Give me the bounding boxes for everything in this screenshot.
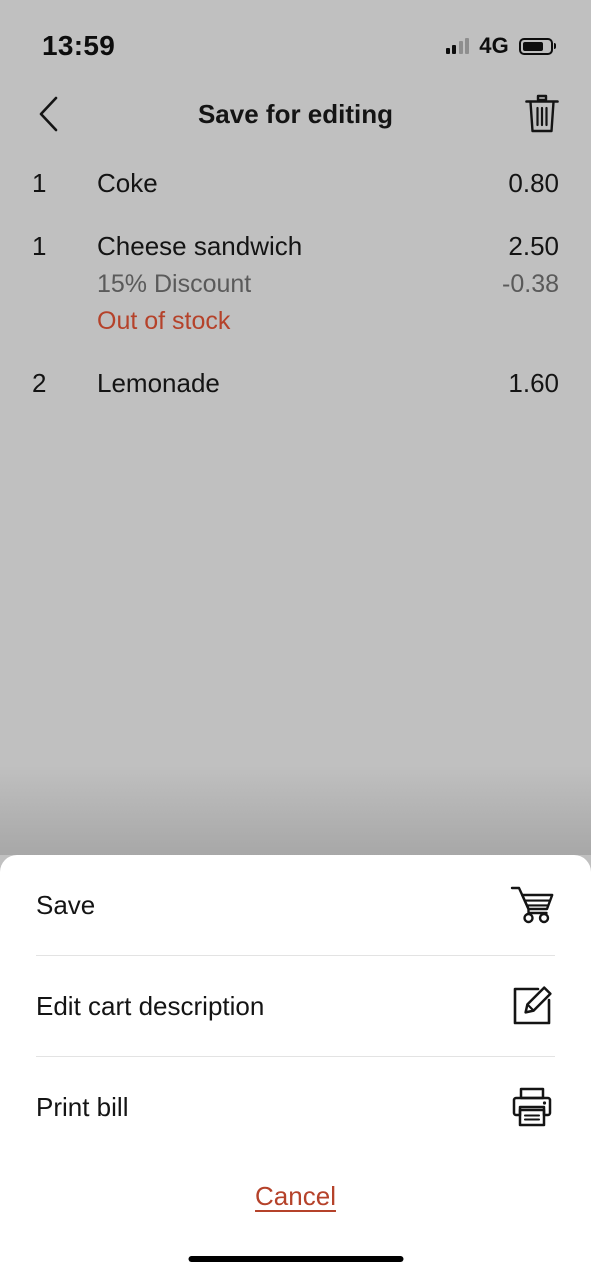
sheet-item-label: Save [36, 889, 96, 920]
cart-item-discount-amount: -0.38 [502, 270, 559, 298]
trash-icon [525, 94, 559, 133]
home-indicator [188, 1256, 403, 1262]
sheet-item-label: Print bill [36, 1091, 129, 1122]
cart-item[interactable]: 1 Coke 0.80 [0, 168, 591, 199]
sheet-item-label: Edit cart description [36, 990, 265, 1021]
sheet-item-print-bill[interactable]: Print bill [0, 1057, 591, 1157]
cart-item-stock-status: Out of stock [97, 307, 231, 335]
back-button[interactable] [26, 92, 70, 136]
action-sheet: Save Edit cart description Print bill Ca… [0, 855, 591, 1280]
shopping-cart-icon [509, 882, 555, 928]
navigation-bar: Save for editing [0, 78, 591, 150]
edit-pencil-icon [509, 983, 555, 1029]
cancel-button[interactable]: Cancel [255, 1181, 336, 1212]
cart-item-list: 1 Coke 0.80 1 Cheese sandwich 2.50 15% D… [0, 150, 591, 399]
cart-item-main-row: 1 Cheese sandwich 2.50 [32, 231, 559, 262]
cart-item-name: Lemonade [97, 368, 220, 398]
sheet-item-save[interactable]: Save [0, 855, 591, 955]
sheet-item-edit-cart-description[interactable]: Edit cart description [0, 956, 591, 1056]
battery-icon [519, 37, 553, 55]
cancel-row: Cancel [0, 1157, 591, 1235]
delete-cart-button[interactable] [519, 91, 565, 137]
cart-item-name: Cheese sandwich [97, 231, 303, 261]
cart-item-quantity: 1 [32, 231, 47, 261]
cart-item-quantity: 1 [32, 168, 47, 198]
printer-icon [509, 1084, 555, 1130]
chevron-left-icon [39, 96, 58, 132]
sheet-scrim-shadow [0, 765, 591, 855]
cart-item-price: 2.50 [508, 231, 559, 261]
cart-item[interactable]: 1 Cheese sandwich 2.50 15% Discount -0.3… [0, 231, 591, 336]
status-bar: 13:59 4G [0, 0, 591, 78]
page-title: Save for editing [197, 98, 394, 129]
network-type-label: 4G [479, 33, 509, 58]
status-indicators: 4G [445, 33, 553, 59]
cart-item-discount-row: 15% Discount -0.38 [32, 270, 559, 299]
cart-item[interactable]: 2 Lemonade 1.60 [0, 368, 591, 399]
cart-item-main-row: 2 Lemonade 1.60 [32, 368, 559, 399]
cart-item-main-row: 1 Coke 0.80 [32, 168, 559, 199]
cart-item-quantity: 2 [32, 368, 47, 398]
cart-item-price: 1.60 [508, 368, 559, 398]
signal-bars-icon [445, 38, 470, 54]
cart-item-price: 0.80 [508, 168, 559, 198]
status-time: 13:59 [42, 30, 116, 61]
cart-item-name: Coke [97, 168, 158, 198]
cart-item-discount-label: 15% Discount [97, 270, 252, 298]
